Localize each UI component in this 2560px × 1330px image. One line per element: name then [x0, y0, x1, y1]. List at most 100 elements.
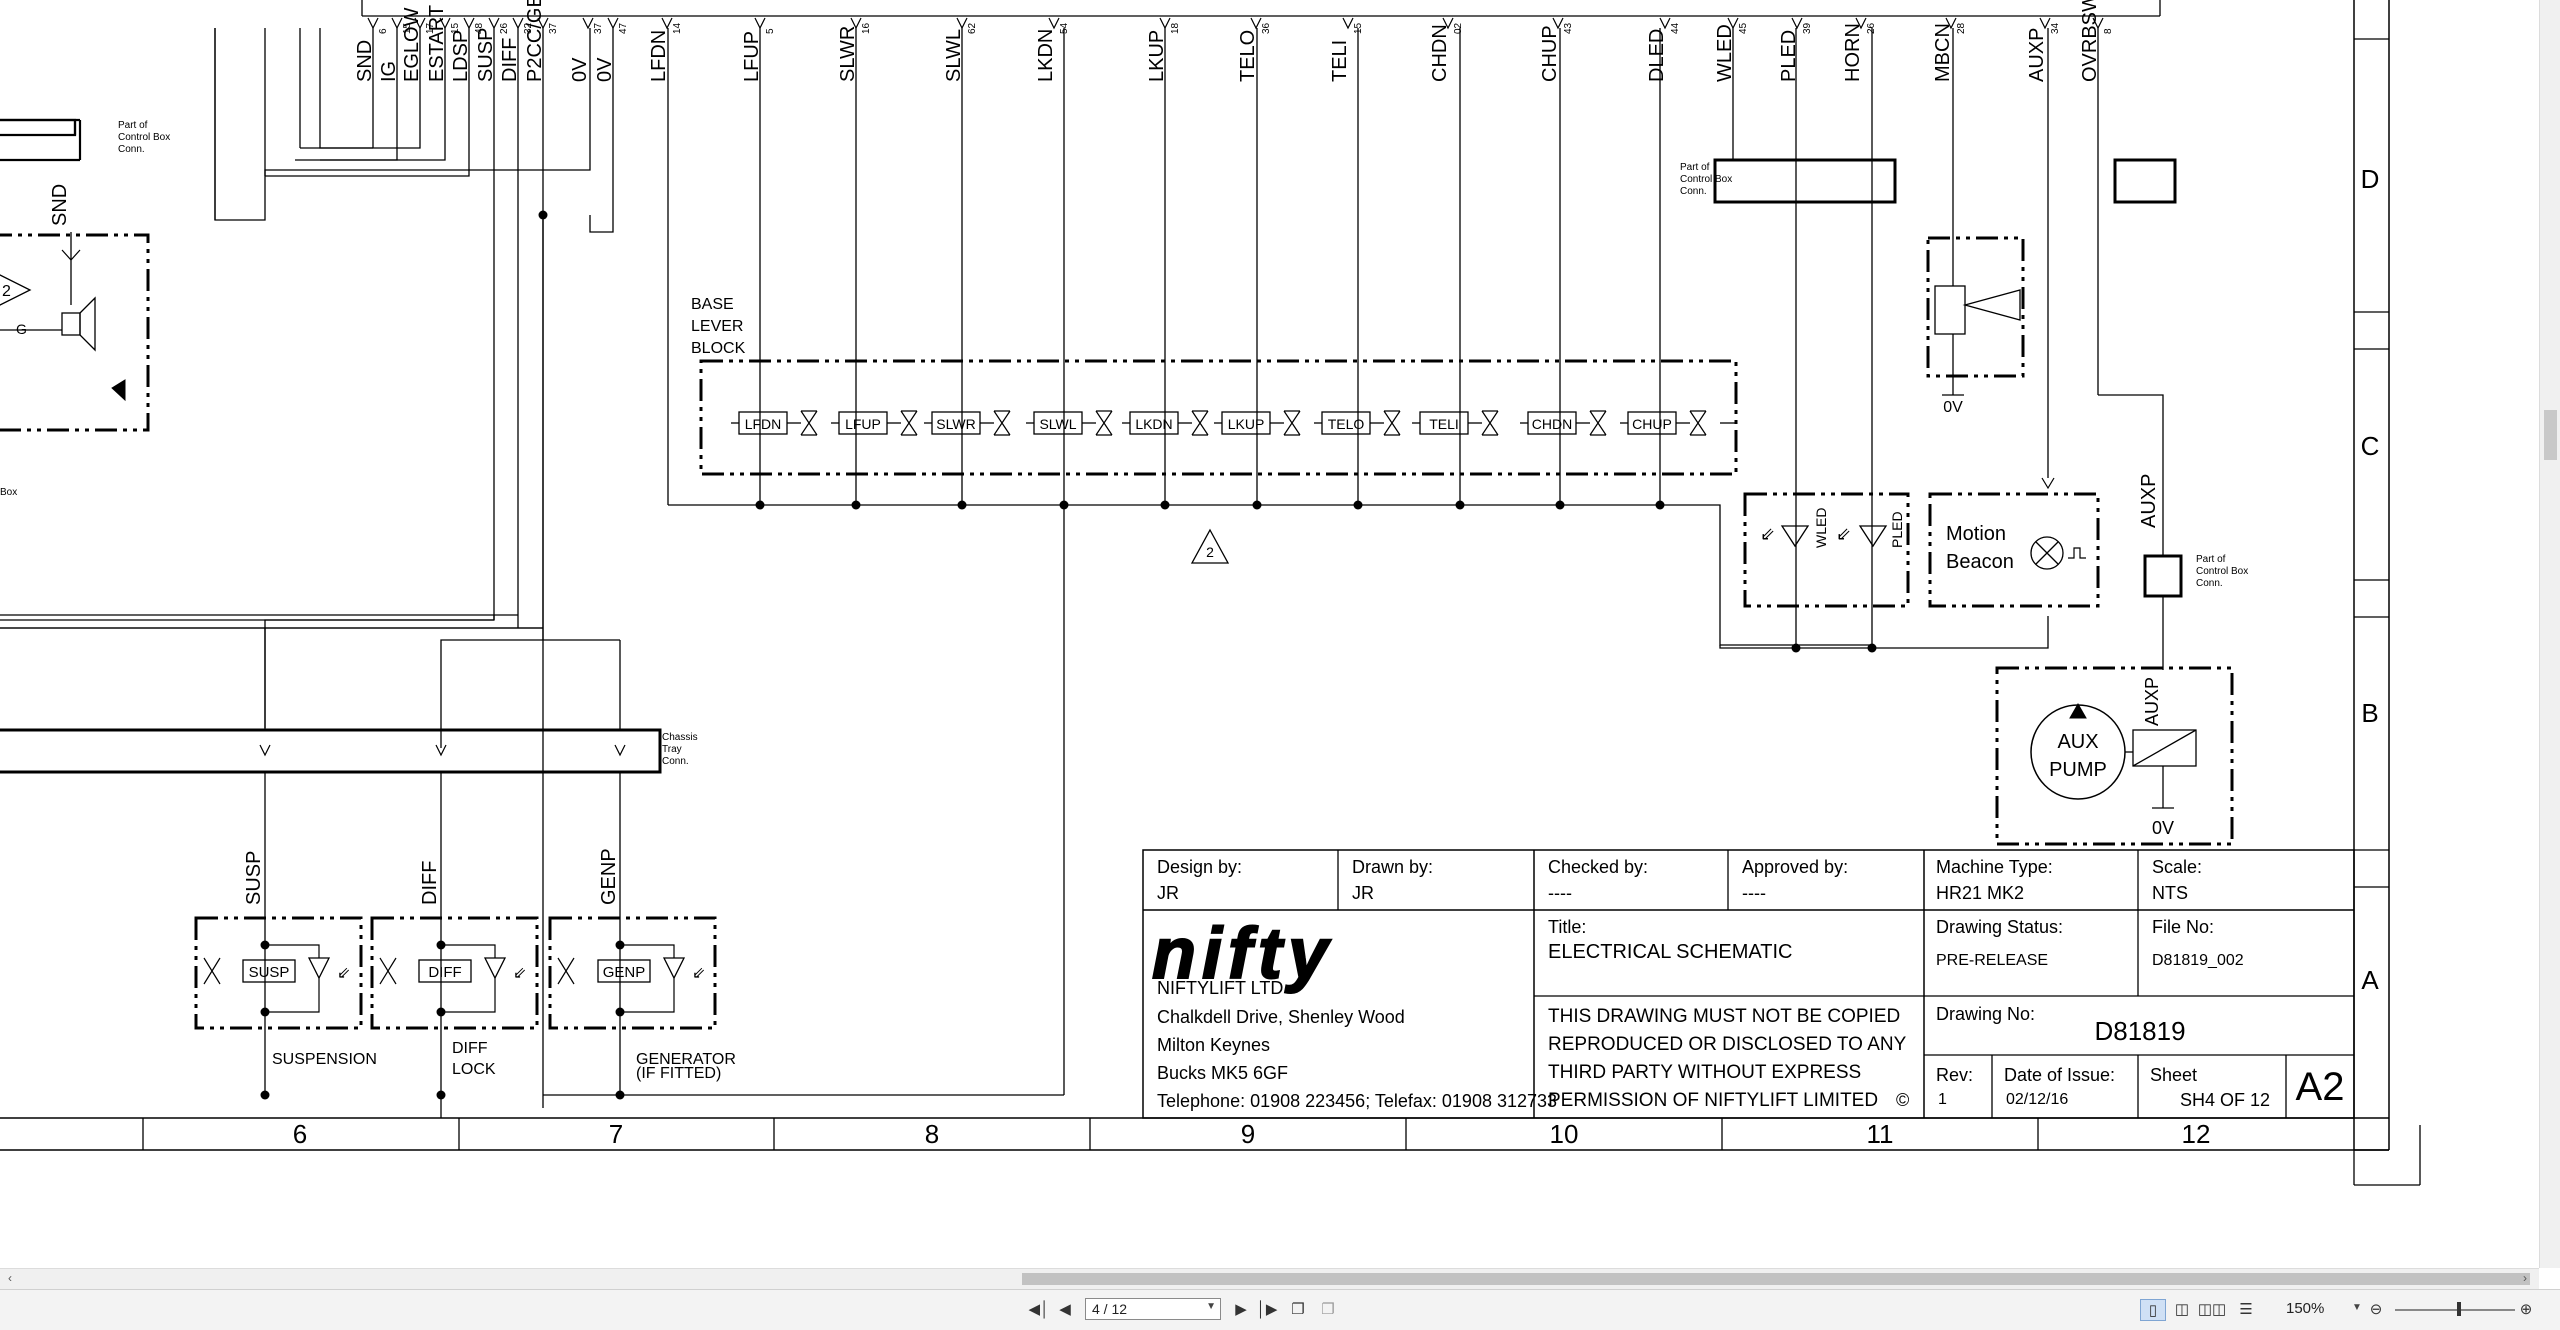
bus-connector-icon [1342, 17, 1354, 30]
light-arrow-icon: ⇙ [692, 965, 705, 982]
wled-label: WLED [1813, 508, 1829, 548]
scale-value: NTS [2152, 883, 2188, 903]
light-arrow-icon: ⇙ [513, 965, 526, 982]
vertical-scroll-thumb[interactable] [2544, 410, 2557, 460]
junction-dot [1655, 500, 1665, 510]
junction-dot [755, 500, 765, 510]
diode-switch-icon [1283, 410, 1301, 436]
file-no-label: File No: [2152, 917, 2214, 937]
next-page-icon[interactable]: ▶ [1230, 1299, 1252, 1319]
wled-diode-icon [1780, 525, 1810, 548]
scroll-right-icon[interactable]: › [2523, 1271, 2527, 1285]
wire [589, 215, 614, 233]
bus-pin-number: 14 [672, 22, 683, 34]
scroll-left-icon[interactable]: ‹ [8, 1271, 12, 1285]
page-dropdown-icon[interactable]: ▼ [1206, 1301, 1216, 1312]
last-page-icon[interactable]: │▶ [1256, 1299, 1278, 1319]
junction-dot [436, 940, 446, 950]
zoom-out-icon[interactable]: ⊖ [2366, 1299, 2386, 1319]
bus-signal-label: TELO [1237, 30, 1259, 82]
continuous-view-icon[interactable]: ◫ [2170, 1299, 2194, 1319]
diode-switch-icon [1481, 410, 1499, 436]
prev-page-icon[interactable]: ◀ [1054, 1299, 1076, 1319]
bus-signal-label: SUSP [475, 28, 497, 82]
approved-by-label: Approved by: [1742, 857, 1848, 877]
date-value: 02/12/16 [2006, 1091, 2068, 1108]
control-box-note: Control Box [118, 132, 170, 143]
bus-signal-label: TELI [1329, 40, 1351, 82]
zoom-in-icon[interactable]: ⊕ [2516, 1299, 2536, 1319]
diode-icon [379, 957, 397, 985]
aux-pump-label: AUX [2057, 731, 2098, 753]
speaker-number: 2 [2, 283, 11, 300]
zoom-slider-thumb[interactable] [2457, 1302, 2461, 1316]
two-page-view-icon[interactable]: ◫◫ [2198, 1299, 2226, 1319]
bus-connector-icon [488, 17, 500, 30]
bus-pin-number: 37 [548, 22, 559, 34]
box-note-fragment: Box [0, 487, 17, 498]
diode-switch-icon [1191, 410, 1209, 436]
bus-pin-number: 54 [1059, 22, 1070, 34]
chassis-tray-note: Tray [662, 744, 682, 755]
bus-signal-label: LDSP [450, 30, 472, 82]
junction-dot [615, 1090, 625, 1100]
document-viewport[interactable]: SND 6 IG 15 EGLOW 17 ESTART 15 LDSP 48 SUSP 26 DIFF 3… [0, 0, 2539, 1268]
junction-dot [957, 500, 967, 510]
zoom-slider[interactable] [2395, 1309, 2515, 1311]
bus-connector-icon [463, 17, 475, 30]
diff-lock-label: DIFF [452, 1040, 488, 1057]
junction-dot [260, 1007, 270, 1017]
drawing-no-label: Drawing No: [1936, 1004, 2035, 1024]
bus-signal-label: LFUP [741, 31, 763, 82]
page-number-field[interactable]: 4 / 12 ▼ [1085, 1298, 1221, 1320]
horizontal-scroll-thumb[interactable] [1022, 1273, 2530, 1285]
aux-pump-label: PUMP [2049, 759, 2107, 781]
bus-pin-number: 43 [1563, 22, 1574, 34]
junction-dot [1555, 500, 1565, 510]
grid-column-label: 10 [1550, 1119, 1579, 1149]
single-page-view-icon[interactable]: ▯ [2140, 1299, 2166, 1321]
bus-signal-label: DLED [1646, 29, 1668, 82]
led-diode-icon [307, 957, 331, 980]
checked-by-value: ---- [1548, 883, 1572, 903]
bus-connector-icon [754, 17, 766, 30]
paste-page-icon[interactable]: ❐ [1316, 1299, 1340, 1319]
scale-label: Scale: [2152, 857, 2202, 877]
wire [441, 978, 496, 1013]
zoom-dropdown-icon[interactable]: ▼ [2352, 1302, 2362, 1313]
control-box-led-note: Part of [1680, 162, 1710, 173]
first-page-icon[interactable]: ◀│ [1028, 1299, 1050, 1319]
lever-block-title: BLOCK [691, 340, 746, 357]
copy-notice: THIRD PARTY WITHOUT EXPRESS [1548, 1062, 1861, 1083]
diff-vertical-label: DIFF [419, 861, 441, 905]
horizontal-scrollbar[interactable]: ‹ › [0, 1268, 2539, 1289]
bus-signal-label: 0V [594, 57, 616, 82]
ground-connector-icon [111, 379, 126, 402]
bus-pin-number: 45 [1738, 22, 1749, 34]
chassis-tray-connector [0, 728, 662, 774]
grid-row-label: C [2361, 431, 2380, 461]
zoom-level[interactable]: 150% [2286, 1300, 2324, 1317]
bus-signal-label: IG [378, 61, 400, 82]
led-diode-icon [483, 957, 507, 980]
grid-row-label: D [2361, 164, 2380, 194]
rev-label: Rev: [1936, 1065, 1973, 1085]
checked-by-label: Checked by: [1548, 857, 1648, 877]
bus-signal-label: SLWR [837, 26, 859, 82]
control-box-note: Part of [118, 120, 148, 131]
vertical-scrollbar[interactable] [2539, 0, 2560, 1268]
horn-body [1934, 285, 1966, 335]
wire [620, 944, 675, 958]
drawing-status-value: PRE-RELEASE [1936, 952, 2048, 969]
chassis-tray-note: Conn. [662, 756, 689, 767]
bus-connector-icon [2039, 17, 2051, 30]
junction-dot [1353, 500, 1363, 510]
lever-switch-label: CHDN [1532, 416, 1572, 432]
bus-signal-label: ESTART [426, 5, 448, 82]
copy-page-icon[interactable]: ❐ [1286, 1299, 1310, 1319]
wire [620, 978, 675, 1013]
bus-signal-label: SLWL [943, 29, 965, 82]
two-page-continuous-view-icon[interactable]: ☰ [2232, 1299, 2260, 1319]
schematic-elements: SND6IG15EGLOW 17ESTART 15LDSP48SUSP 26DIFF3… [0, 0, 2379, 1149]
control-box-connector [0, 118, 77, 137]
